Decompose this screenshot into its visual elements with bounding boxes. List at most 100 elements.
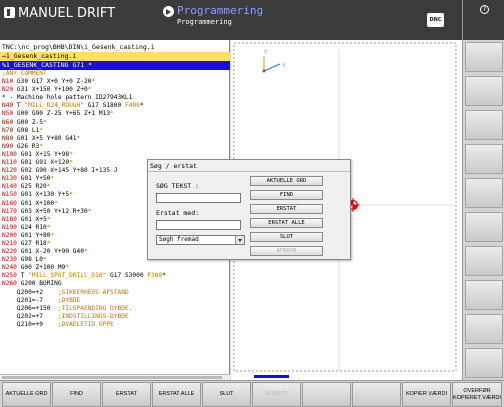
- program-line-segment: G98 L1: [13, 126, 40, 134]
- program-line-segment: Q210=+0: [2, 320, 58, 328]
- program-line[interactable]: N90 G26 R3*: [2, 143, 228, 151]
- program-line[interactable]: N20 G31 X+150 Y+100 Z+0*: [2, 86, 228, 94]
- softkey-empty-2[interactable]: [352, 382, 401, 407]
- program-line-segment: Q206=+150: [2, 304, 58, 312]
- program-line-segment: "MILL_D24_ROUGH": [24, 102, 84, 110]
- search-replace-dialog: Søg / erstat SØG TEKST : Erstat med: Søg…: [147, 159, 351, 260]
- program-line-segment: ;SIKKERHEDS-AFSTAND: [57, 288, 129, 296]
- program-line-segment: N130: [2, 175, 17, 183]
- side-softkey-2[interactable]: [465, 76, 503, 106]
- program-line-segment: G01 X+100: [16, 199, 55, 207]
- softkey-replace[interactable]: ERSTAT: [102, 382, 151, 407]
- side-softkey-9[interactable]: [465, 314, 503, 344]
- program-line-segment: G25 R20: [16, 183, 47, 191]
- softkey-find[interactable]: FIND: [52, 382, 101, 407]
- side-softkey-7[interactable]: [465, 246, 503, 276]
- program-line-segment: G24 R10: [16, 223, 47, 231]
- program-line-segment: *: [65, 264, 70, 272]
- program-line-segment: N260: [2, 280, 17, 288]
- program-line-segment: G03 X+50 Y+12 R+30: [16, 207, 88, 215]
- program-line[interactable]: N50 G00 G90 Z-25 Y+65 Z+1 M13*: [2, 110, 228, 118]
- softkey-empty-1[interactable]: [302, 382, 351, 407]
- program-line-segment: F300: [147, 272, 163, 280]
- program-line-segment: G01 Y+50: [16, 175, 51, 183]
- program-line-segment: G01 X+15 Y+98: [16, 150, 70, 158]
- softkey-cancel[interactable]: AFBRYD: [252, 382, 301, 407]
- softkey-paste-copied-value[interactable]: OVERFØR KOPIERET VÆRDI: [452, 382, 502, 407]
- help-icon[interactable]: ?: [480, 5, 489, 14]
- cancel-button[interactable]: AFBRYD: [250, 246, 323, 256]
- program-line-segment: F400: [124, 102, 140, 110]
- side-softkey-3[interactable]: [465, 110, 503, 140]
- side-softkey-1[interactable]: [465, 42, 503, 72]
- program-line-segment: T: [16, 272, 29, 280]
- softkey-end[interactable]: SLUT: [202, 382, 251, 407]
- chevron-down-icon[interactable]: [235, 236, 244, 244]
- program-line-segment: N90: [2, 142, 14, 150]
- replace-button[interactable]: ERSTAT: [250, 204, 323, 214]
- programming-mode-title: Programmering: [177, 4, 264, 17]
- side-softkey-8[interactable]: [465, 280, 503, 310]
- program-line[interactable]: N80 G01 X+5 Y+80 G41*: [2, 135, 228, 143]
- program-line-segment: G17 S3000: [106, 272, 148, 280]
- program-line-segment: *: [76, 134, 81, 142]
- replace-all-button[interactable]: ERSTAT ALLE: [250, 218, 323, 228]
- program-line-segment: N160: [2, 199, 17, 207]
- find-button[interactable]: FIND: [250, 190, 323, 200]
- search-direction-select[interactable]: Søgh fremad: [156, 235, 245, 245]
- program-line[interactable]: N60 G00 Z-5*: [2, 119, 228, 127]
- program-line-segment: *: [39, 142, 43, 150]
- program-line-segment: N40: [2, 102, 14, 110]
- side-softkey-5[interactable]: [465, 178, 503, 208]
- y-axis-label: Y: [263, 50, 268, 56]
- program-line-segment: N150: [2, 191, 17, 199]
- program-line-segment: N110: [2, 159, 17, 167]
- program-path: TNC:\nc_prog\BHB\DIN\i_Gesenk_casting.i: [2, 43, 155, 51]
- program-line[interactable]: N10 G30 G17 X+0 Y+0 Z-20*: [2, 78, 228, 86]
- program-line-segment: G31 X+150 Y+100 Z+0: [13, 86, 88, 94]
- softkey-copy-value[interactable]: KOPIER VÆRDI: [402, 382, 451, 407]
- program-line[interactable]: N40 T "MILL_D24_ROUGH" G17 S1800 F400*: [2, 102, 228, 110]
- program-line[interactable]: N250 T "MILL_SPOT_DRILL_D16" G17 S3000 F…: [2, 272, 228, 280]
- program-line-segment: N200: [2, 231, 17, 239]
- program-line[interactable]: * - Machine hole pattern ID27943KL1: [2, 94, 228, 102]
- program-line-segment: ;ANY COMMENT: [2, 70, 47, 77]
- program-line-segment: *: [87, 86, 92, 94]
- search-input[interactable]: [156, 193, 241, 203]
- program-line-segment: G98 L0: [16, 256, 43, 264]
- program-line[interactable]: N260 G200 BORING: [2, 280, 228, 288]
- program-line-segment: G01 X+5: [16, 215, 47, 223]
- manual-mode-tab[interactable]: MANUEL DRIFT: [4, 6, 115, 21]
- program-line[interactable]: Q206=+150 ;TILSPAENDING DYBDE.: [2, 305, 228, 313]
- dialog-divider: [148, 171, 350, 172]
- replace-input[interactable]: [156, 220, 241, 230]
- end-button[interactable]: SLUT: [250, 232, 323, 242]
- side-softkey-4[interactable]: [465, 144, 503, 174]
- program-line[interactable]: N70 G98 L1*: [2, 127, 228, 135]
- program-line-segment: N80: [2, 134, 14, 142]
- program-line-segment: *: [46, 215, 51, 223]
- scroll-thumb[interactable]: [2, 376, 222, 379]
- softkey-current-word[interactable]: AKTUELLE ORD: [2, 382, 51, 407]
- dialog-title: Søg / erstat: [150, 162, 197, 170]
- program-line-segment: Q202=+7: [2, 312, 58, 320]
- softkey-replace-all[interactable]: ERSTAT ALLE: [152, 382, 201, 407]
- vertical-softkey-bar: ?: [462, 0, 504, 380]
- dnc-icon[interactable]: DNC: [427, 13, 444, 27]
- side-softkey-6[interactable]: [465, 212, 503, 242]
- program-line[interactable]: N100 G01 X+15 Y+98*: [2, 151, 228, 159]
- program-line-segment: N50: [2, 110, 14, 118]
- program-line[interactable]: N240 G00 Z+100 M9*: [2, 264, 228, 272]
- program-line[interactable]: Q210=+0 ;DVAELETID OPPE: [2, 321, 228, 329]
- current-word-button[interactable]: AKTUELLE ORD: [250, 176, 323, 186]
- program-line[interactable]: ;ANY COMMENT: [2, 70, 228, 78]
- program-line[interactable]: Q201=-7 ;DYBDE: [2, 297, 228, 305]
- program-line[interactable]: Q202=+7 ;INDSTILLINGS-DYBDE: [2, 313, 228, 321]
- program-line-segment: N220: [2, 248, 17, 256]
- side-softkey-10[interactable]: [465, 348, 503, 378]
- selected-program-line[interactable]: %1_GESENK_CASTING G71 *: [0, 61, 230, 70]
- replace-label: Erstat med:: [156, 209, 200, 217]
- program-line[interactable]: Q200=+2 ;SIKKERHEDS-AFSTAND: [2, 289, 228, 297]
- side-header: ?: [463, 0, 504, 40]
- active-program-file[interactable]: →1_Gesenk_casting.i: [0, 52, 230, 61]
